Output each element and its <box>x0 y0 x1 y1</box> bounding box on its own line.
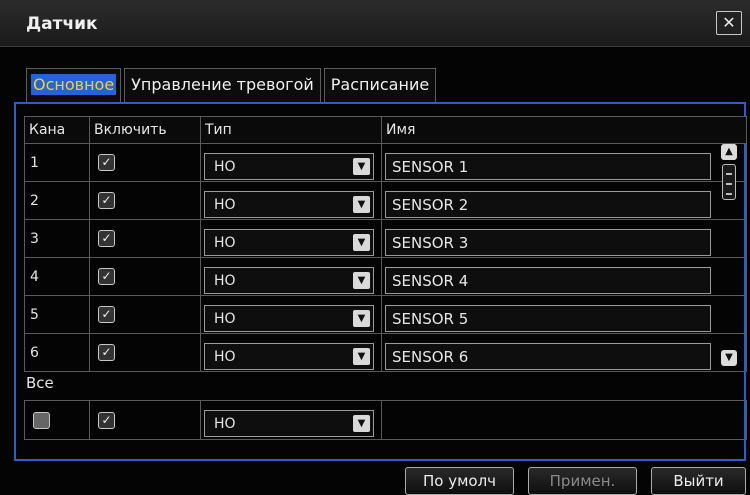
all-channels-label: Все <box>26 374 54 392</box>
sensor-name-field[interactable]: SENSOR 6 <box>385 342 711 370</box>
type-value: HO <box>214 310 236 327</box>
tab-general[interactable]: Основное <box>26 68 122 102</box>
table-row: 6 ✓ HO ▼ SENSOR 6 <box>24 333 747 372</box>
table-row: 2 ✓ HO ▼ SENSOR 2 <box>24 181 747 220</box>
type-value: HO <box>214 196 236 213</box>
channel-number: 3 <box>24 219 90 258</box>
type-value: HO <box>214 158 236 175</box>
enable-checkbox[interactable]: ✓ <box>98 230 115 247</box>
enable-checkbox[interactable]: ✓ <box>98 192 115 209</box>
enable-all-checkbox[interactable]: ✓ <box>98 411 115 429</box>
enable-checkbox[interactable]: ✓ <box>98 344 115 361</box>
tab-alarm-control[interactable]: Управление тревогой <box>124 68 321 102</box>
enable-checkbox[interactable]: ✓ <box>98 268 115 285</box>
close-icon: ✕ <box>722 13 736 32</box>
type-value: HO <box>214 272 236 289</box>
sensor-name-field[interactable]: SENSOR 1 <box>385 152 711 180</box>
sensor-name-field[interactable]: SENSOR 3 <box>385 228 711 256</box>
chevron-down-icon: ▼ <box>353 195 370 213</box>
sensor-table: Кана Включить Тип Имя 1 ✓ HO ▼ SENSOR 1 2 ✓ HO ▼… <box>24 116 747 372</box>
channel-number: 1 <box>24 143 90 182</box>
type-value: HO <box>214 348 236 365</box>
table-header-row: Кана Включить Тип Имя <box>24 116 747 144</box>
exit-button[interactable]: Выйти <box>651 467 746 495</box>
type-dropdown[interactable]: HO ▼ <box>204 304 374 332</box>
channel-number: 5 <box>24 295 90 334</box>
table-row: 1 ✓ HO ▼ SENSOR 1 <box>24 143 747 182</box>
close-button[interactable]: ✕ <box>716 11 742 35</box>
scroll-down-icon[interactable]: ▼ <box>721 350 737 366</box>
scroll-up-icon[interactable]: ▲ <box>721 144 737 160</box>
apply-button[interactable]: Примен. <box>528 467 637 495</box>
column-header-enable: Включить <box>89 116 201 144</box>
chevron-down-icon: ▼ <box>353 347 370 365</box>
chevron-down-icon: ▼ <box>353 233 370 251</box>
type-dropdown[interactable]: HO ▼ <box>204 342 374 370</box>
title-bar: Датчик ✕ <box>0 0 750 47</box>
type-dropdown[interactable]: HO ▼ <box>204 190 374 218</box>
settings-panel: Кана Включить Тип Имя 1 ✓ HO ▼ SENSOR 1 2 ✓ HO ▼… <box>14 102 747 461</box>
tab-bar: Основное Управление тревогой Расписание <box>26 68 439 102</box>
all-channels-row: ✓ HO ▼ <box>24 400 747 440</box>
column-header-type: Тип <box>200 116 382 144</box>
type-dropdown[interactable]: HO ▼ <box>204 152 374 180</box>
type-all-dropdown[interactable]: HO ▼ <box>204 410 374 437</box>
table-row: 5 ✓ HO ▼ SENSOR 5 <box>24 295 747 334</box>
select-all-checkbox[interactable] <box>33 411 50 429</box>
type-dropdown[interactable]: HO ▼ <box>204 266 374 294</box>
chevron-down-icon: ▼ <box>353 309 370 327</box>
sensor-name-field[interactable]: SENSOR 2 <box>385 190 711 218</box>
tab-schedule[interactable]: Расписание <box>323 68 437 102</box>
table-row: 4 ✓ HO ▼ SENSOR 4 <box>24 257 747 296</box>
type-dropdown[interactable]: HO ▼ <box>204 228 374 256</box>
channel-number: 2 <box>24 181 90 220</box>
default-button[interactable]: По умолч <box>405 467 514 495</box>
chevron-down-icon: ▼ <box>353 157 370 175</box>
chevron-down-icon: ▼ <box>353 271 370 289</box>
table-scrollbar[interactable]: ▲ ▼ <box>721 144 737 366</box>
sensor-name-field[interactable]: SENSOR 5 <box>385 304 711 332</box>
type-all-value: HO <box>214 416 236 432</box>
enable-checkbox[interactable]: ✓ <box>98 154 115 171</box>
channel-number: 6 <box>24 333 90 372</box>
enable-checkbox[interactable]: ✓ <box>98 306 115 323</box>
sensor-name-field[interactable]: SENSOR 4 <box>385 266 711 294</box>
column-header-channel: Кана <box>24 116 90 144</box>
window-title: Датчик <box>26 14 98 34</box>
scrollbar-thumb[interactable] <box>722 164 736 200</box>
chevron-down-icon: ▼ <box>353 415 370 432</box>
column-header-name: Имя <box>381 116 747 144</box>
type-value: HO <box>214 234 236 251</box>
table-row: 3 ✓ HO ▼ SENSOR 3 <box>24 219 747 258</box>
channel-number: 4 <box>24 257 90 296</box>
